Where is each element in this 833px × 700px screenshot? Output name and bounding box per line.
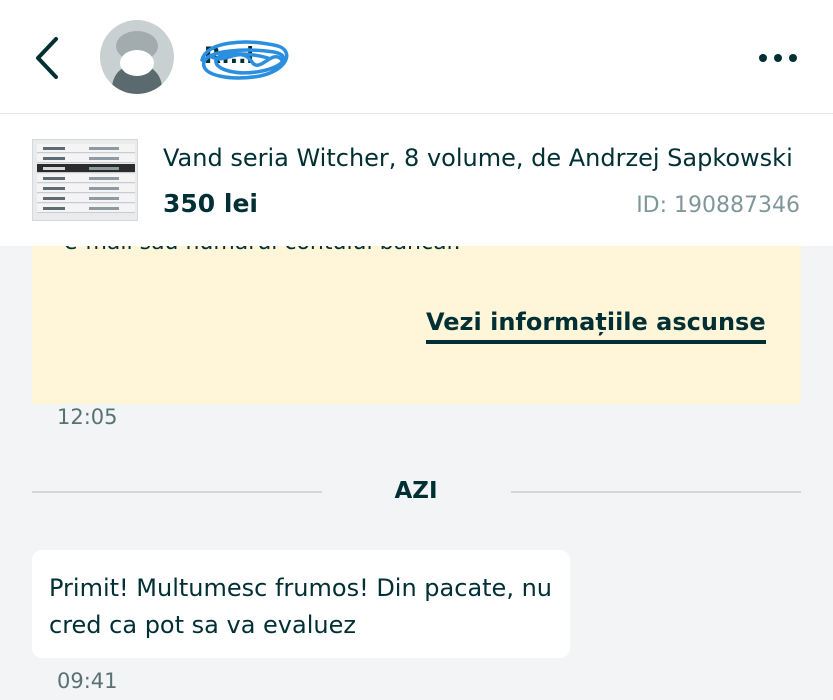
avatar[interactable]: [100, 20, 174, 94]
divider-line-left: [32, 491, 322, 493]
listing-id: ID: 190887346: [636, 193, 800, 218]
listing-card[interactable]: Vand seria Witcher, 8 volume, de Andrzej…: [0, 114, 833, 246]
chevron-left-icon: [36, 37, 58, 79]
book-spine: [37, 174, 135, 183]
listing-title: Vand seria Witcher, 8 volume, de Andrzej…: [163, 144, 793, 172]
hidden-info-card: e-mail sau numărul contului bancar. Vezi…: [32, 246, 801, 404]
book-spine: [37, 164, 135, 173]
message-bubble[interactable]: Primit! Multumesc frumos! Din pacate, nu…: [32, 550, 570, 658]
book-spine: [37, 184, 135, 193]
listing-thumbnail: [32, 139, 138, 221]
listing-price: 350 lei: [163, 189, 258, 218]
divider-line-right: [511, 491, 801, 493]
info-card-text: e-mail sau numărul contului bancar.: [64, 246, 461, 255]
message-timestamp: 12:05: [57, 405, 118, 429]
avatar-face: [120, 50, 154, 76]
day-divider-label: AZI: [394, 478, 438, 504]
book-spine: [37, 204, 135, 213]
reveal-hidden-info-link[interactable]: Vezi informațiile ascunse: [426, 308, 766, 344]
more-horizontal-icon: [789, 54, 797, 62]
message-timestamp: 09:41: [57, 669, 118, 693]
seller-name[interactable]: R...i: [196, 36, 296, 84]
book-spine: [37, 144, 135, 153]
redaction-scribble: [200, 40, 289, 80]
chat-header: R...i: [0, 0, 833, 114]
more-horizontal-icon: [759, 54, 767, 62]
book-spine: [37, 154, 135, 163]
back-button[interactable]: [22, 30, 72, 86]
message-text: Primit! Multumesc frumos! Din pacate, nu…: [49, 574, 553, 639]
more-horizontal-icon: [774, 54, 782, 62]
more-options-button[interactable]: [748, 40, 808, 76]
book-spine: [37, 194, 135, 203]
